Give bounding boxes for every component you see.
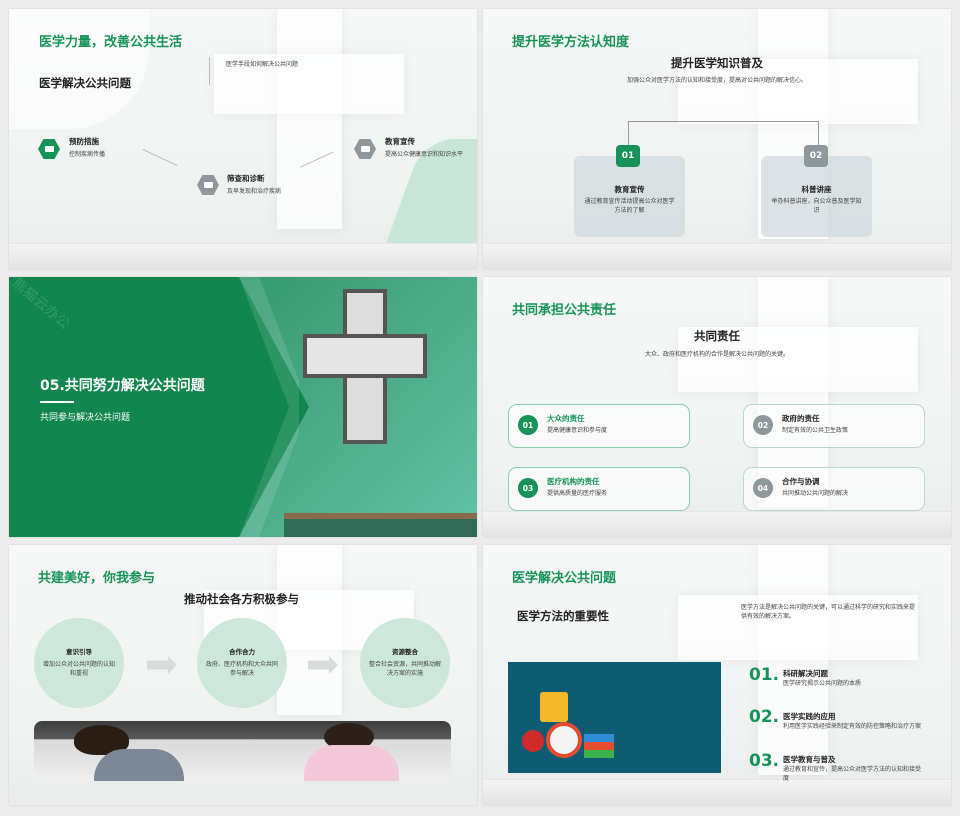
step-desc: 政府、医疗机构和大众共同参与解决 xyxy=(205,661,278,677)
pencil-cup xyxy=(540,692,568,722)
slide-title: 医学解决公共问题 xyxy=(512,571,617,586)
item-number: 01 xyxy=(518,415,538,435)
item-number: 04 xyxy=(753,478,773,498)
divider xyxy=(209,57,210,85)
section-heading: 共同责任 xyxy=(694,329,740,343)
title-underline xyxy=(40,401,74,403)
slide-title: 共同承担公共责任 xyxy=(512,303,617,318)
card-desc: 通过教育宣传活动提高公众对医学方法的了解 xyxy=(584,198,675,214)
clock xyxy=(546,722,582,758)
floor xyxy=(9,243,477,269)
item-desc: 提供高质量的医疗服务 xyxy=(547,490,608,497)
top-note: 医学手段如何解决公共问题 xyxy=(226,61,299,68)
section-desc: 加强公众对医学方法的认知和接受度，提高对公共问题的解决信心。 xyxy=(626,77,807,84)
item-label: 政府的责任 xyxy=(782,414,820,423)
connector-arrow xyxy=(142,149,178,166)
item-label: 医学教育与普及 xyxy=(783,755,836,764)
card-desc: 举办科普讲座，向公众普及医学知识 xyxy=(771,198,862,214)
section-desc: 医学方法是解决公共问题的关键，可以通过科学的研究和实践来提供有效的解决方案。 xyxy=(741,604,916,620)
connector-line xyxy=(628,121,818,122)
slide-title: 提升医学方法认知度 xyxy=(512,35,630,50)
book xyxy=(584,742,614,750)
student-body xyxy=(94,749,184,781)
slide-title: 医学力量，改善公共生活 xyxy=(39,35,183,50)
card-label: 教育宣传 xyxy=(614,185,645,194)
cross-sign-center xyxy=(347,338,383,374)
step-desc: 增加公众对公共问题的认知和重视 xyxy=(42,661,115,677)
item-label: 医学实践的应用 xyxy=(783,712,836,721)
item-label: 合作与协调 xyxy=(782,477,820,486)
item-desc: 共同推动公共问题的解决 xyxy=(782,490,849,497)
item-desc: 控制疾病传播 xyxy=(69,151,106,158)
step-desc: 整合社会资源，共同推动解决方案的实施 xyxy=(368,661,441,677)
section-desc: 大众、政府和医疗机构的合作是解决公共问题的关键。 xyxy=(644,351,789,358)
item-label: 科研解决问题 xyxy=(783,669,828,678)
item-label: 筛查和诊断 xyxy=(227,174,265,183)
slide-title: 05.共同努力解决公共问题 xyxy=(40,378,205,394)
item-desc: 制定有效的公共卫生政策 xyxy=(782,427,849,434)
slide-title: 共建美好，你我参与 xyxy=(38,571,156,586)
card-label: 科普讲座 xyxy=(801,185,832,194)
cabinet xyxy=(284,519,477,537)
image-icon xyxy=(38,139,60,159)
step-label: 意识引导 xyxy=(66,648,92,656)
slide-subtitle: 医学方法的重要性 xyxy=(517,609,609,623)
item-desc: 通过教育和宣传，提高公众对医学方法的认知和接受度 xyxy=(783,766,922,782)
item-desc: 提高健康意识和参与度 xyxy=(547,427,608,434)
item-number: 03 xyxy=(518,478,538,498)
slide-2[interactable]: 提升医学方法认知度 提升医学知识普及 加强公众对医学方法的认知和接受度，提高对公… xyxy=(483,9,951,269)
background-cross-vertical xyxy=(277,9,342,229)
book xyxy=(584,734,614,742)
slide-6[interactable]: 医学解决公共问题 医学方法的重要性 医学方法是解决公共问题的关键，可以通过科学的… xyxy=(483,545,951,805)
step-label: 资源整合 xyxy=(392,648,418,656)
connector-line xyxy=(628,121,629,147)
student-body xyxy=(304,745,399,781)
item-label: 大众的责任 xyxy=(547,414,585,423)
item-desc: 提高公众健康意识和知识水平 xyxy=(385,151,464,158)
card-number: 01 xyxy=(616,145,640,167)
item-number: 02. xyxy=(749,707,780,727)
slide-subtitle: 共同参与解决公共问题 xyxy=(40,413,131,423)
inbox-icon xyxy=(197,175,219,195)
medical-kit-icon xyxy=(354,139,376,159)
item-desc: 利用医学实践经验来制定有效的防控策略和治疗方案 xyxy=(783,723,922,730)
item-label: 教育宣传 xyxy=(385,137,415,146)
slide-5[interactable]: 共建美好，你我参与 推动社会各方积极参与 意识引导 增加公众对公共问题的认知和重… xyxy=(9,545,477,805)
slide-1[interactable]: 医学力量，改善公共生活 医学解决公共问题 医学手段如何解决公共问题 预防措施 控… xyxy=(9,9,477,269)
slide-3[interactable]: 熊猫云办公 05.共同努力解决公共问题 共同参与解决公共问题 xyxy=(9,277,477,537)
item-number: 03. xyxy=(749,751,780,771)
slide-4[interactable]: 共同承担公共责任 共同责任 大众、政府和医疗机构的合作是解决公共问题的关键。 0… xyxy=(483,277,951,537)
item-label: 预防措施 xyxy=(69,137,99,146)
floor xyxy=(483,511,951,537)
step-arrow xyxy=(147,656,177,674)
school-supplies-photo xyxy=(508,662,721,773)
background-cross-vertical xyxy=(758,545,828,775)
item-desc: 及早发现和治疗疾病 xyxy=(227,188,282,195)
floor xyxy=(483,243,951,269)
slide-subtitle: 医学解决公共问题 xyxy=(39,76,131,90)
classroom-photo xyxy=(34,721,451,781)
connector-line xyxy=(818,121,819,147)
decor-shape xyxy=(9,9,149,129)
step-label: 合作合力 xyxy=(229,648,255,656)
book xyxy=(584,750,614,758)
item-label: 医疗机构的责任 xyxy=(547,477,600,486)
section-heading: 提升医学知识普及 xyxy=(671,56,763,70)
item-number: 01. xyxy=(749,665,780,685)
item-desc: 医学研究揭示公共问题的本质 xyxy=(783,680,862,687)
apple xyxy=(522,730,544,752)
section-heading: 推动社会各方积极参与 xyxy=(184,592,299,606)
item-number: 02 xyxy=(753,415,773,435)
card-number: 02 xyxy=(804,145,828,167)
